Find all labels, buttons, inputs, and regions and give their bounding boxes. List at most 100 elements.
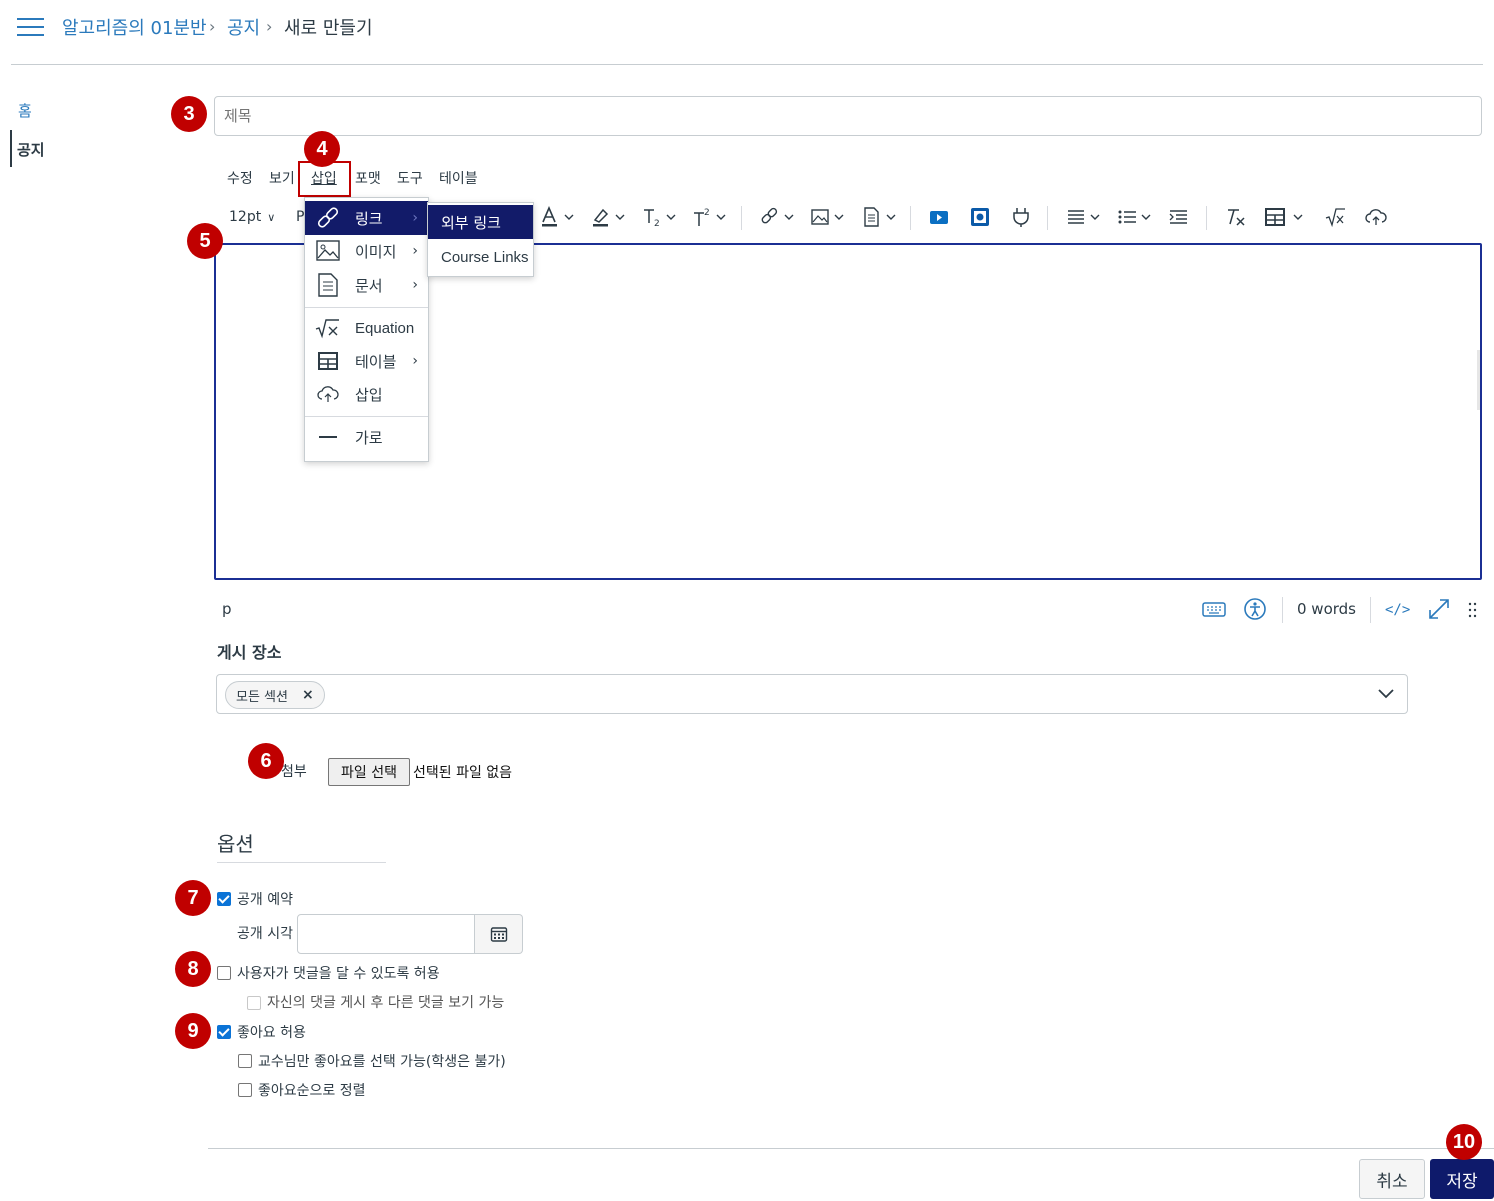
cancel-button[interactable]: 취소 <box>1359 1159 1425 1199</box>
plugin-icon[interactable] <box>1010 205 1032 229</box>
link-submenu: 외부 링크 Course Links <box>427 202 534 277</box>
insert-menu-item-table[interactable]: 테이블 › <box>305 345 428 377</box>
must-post-first-checkbox[interactable] <box>247 996 261 1010</box>
image-icon[interactable] <box>810 205 848 229</box>
chevron-right-icon: › <box>412 353 418 369</box>
menubar-edit[interactable]: 수정 <box>227 168 253 188</box>
equation-icon <box>315 315 341 341</box>
word-count[interactable]: 0 words <box>1297 600 1356 618</box>
available-from-input[interactable] <box>297 914 475 954</box>
save-button[interactable]: 저장 <box>1430 1159 1494 1199</box>
cancel-label: 취소 <box>1376 1171 1408 1192</box>
font-size-select[interactable]: 12pt ∨ <box>229 205 275 229</box>
align-icon[interactable] <box>1066 205 1104 229</box>
menubar-format[interactable]: 포맷 <box>355 168 381 188</box>
breadcrumb-separator-icon: › <box>209 17 216 36</box>
media-icon[interactable] <box>929 205 949 229</box>
breadcrumb-separator-icon: › <box>266 17 273 36</box>
insert-menu-label: 가로 <box>355 428 383 447</box>
allow-comments-checkbox[interactable] <box>217 966 231 980</box>
document-icon[interactable] <box>862 205 900 229</box>
menubar-table[interactable]: 테이블 <box>439 168 478 188</box>
link-icon[interactable] <box>760 205 798 229</box>
sidebar-active-indicator <box>10 130 12 167</box>
calendar-button[interactable] <box>475 914 523 954</box>
chevron-down-icon: ∨ <box>267 210 276 224</box>
insert-menu-label: 테이블 <box>355 352 397 371</box>
fullscreen-icon[interactable] <box>1427 597 1451 625</box>
title-input[interactable] <box>214 96 1482 136</box>
superscript-icon[interactable]: 2 <box>692 205 730 229</box>
editor-path[interactable]: p <box>222 600 232 618</box>
breadcrumb-course[interactable]: 알고리즘의 01분반 <box>62 14 207 40</box>
insert-menu-item-upload[interactable]: 삽입 <box>305 378 428 410</box>
submenu-label: 외부 링크 <box>441 213 501 232</box>
record-icon[interactable] <box>969 205 991 229</box>
chevron-down-icon[interactable] <box>1377 684 1395 703</box>
insert-menu-item-document[interactable]: 문서 › <box>305 269 428 301</box>
insert-menu-label: 삽입 <box>355 385 383 404</box>
insert-menu-item-horizontal-rule[interactable]: 가로 <box>305 421 428 453</box>
only-graders-like-checkbox[interactable] <box>238 1054 252 1068</box>
table-icon <box>315 348 341 374</box>
menu-icon[interactable] <box>17 16 44 38</box>
status-divider <box>1370 597 1371 623</box>
sidebar-item-home[interactable]: 홈 <box>18 100 32 121</box>
chevron-right-icon: › <box>412 277 418 293</box>
subscript-icon[interactable]: 2 <box>642 205 680 229</box>
link-submenu-external[interactable]: 외부 링크 <box>428 205 533 239</box>
sidebar-item-announcements[interactable]: 공지 <box>17 139 45 160</box>
accessibility-icon[interactable] <box>1243 597 1267 625</box>
cloud-upload-icon[interactable] <box>1364 205 1388 229</box>
annotation-6: 6 <box>248 743 284 779</box>
post-to-label: 게시 장소 <box>217 643 282 662</box>
choose-file-button[interactable]: 파일 선택 <box>328 758 410 786</box>
clear-format-icon[interactable] <box>1225 205 1247 229</box>
insert-menu-item-image[interactable]: 이미지 › <box>305 235 428 267</box>
menubar-tools[interactable]: 도구 <box>397 168 423 188</box>
cloud-upload-icon <box>315 381 341 407</box>
insert-menu-label: Equation <box>355 319 415 337</box>
annotation-9: 9 <box>175 1013 211 1049</box>
allow-liking-label: 좋아요 허용 <box>237 1025 306 1041</box>
resize-handle-icon[interactable] <box>1468 601 1478 623</box>
available-from-label: 공개 시각 <box>237 926 293 942</box>
menubar-insert[interactable]: 삽입 <box>311 168 337 188</box>
sort-by-likes-checkbox[interactable] <box>238 1083 252 1097</box>
equation-icon[interactable] <box>1325 205 1347 229</box>
breadcrumb-current: 새로 만들기 <box>284 18 373 39</box>
document-icon <box>315 272 341 298</box>
only-graders-like-label: 교수님만 좋아요를 선택 가능(학생은 불가) <box>258 1054 506 1070</box>
must-post-first-label: 자신의 댓글 게시 후 다른 댓글 보기 가능 <box>267 995 505 1011</box>
keyboard-icon[interactable] <box>1202 600 1226 622</box>
footer-divider <box>208 1148 1494 1149</box>
indent-icon[interactable] <box>1168 205 1190 229</box>
calendar-icon <box>490 927 507 942</box>
delay-posting-checkbox[interactable] <box>217 892 231 906</box>
link-submenu-course-links[interactable]: Course Links <box>428 240 533 274</box>
section-select[interactable]: 모든 섹션 × <box>216 674 1408 714</box>
annotation-7: 7 <box>175 880 211 916</box>
html-editor-icon[interactable]: </> <box>1385 602 1410 618</box>
status-divider <box>1282 597 1283 623</box>
font-size-value: 12pt <box>229 209 262 225</box>
allow-liking-checkbox[interactable] <box>217 1025 231 1039</box>
highlight-icon[interactable] <box>591 205 629 229</box>
list-icon[interactable] <box>1117 205 1155 229</box>
allow-comments-label: 사용자가 댓글을 달 수 있도록 허용 <box>237 966 440 982</box>
section-tag[interactable]: 모든 섹션 × <box>225 681 325 709</box>
menubar-view[interactable]: 보기 <box>269 168 295 188</box>
breadcrumb-section[interactable]: 공지 <box>227 14 260 40</box>
editor-scrollbar[interactable] <box>1477 350 1480 410</box>
text-color-icon[interactable] <box>540 205 578 229</box>
annotation-10: 10 <box>1446 1124 1482 1160</box>
insert-menu-item-link[interactable]: 링크 › <box>305 201 428 235</box>
chevron-right-icon: › <box>412 210 418 226</box>
remove-tag-icon[interactable]: × <box>302 687 314 703</box>
table-icon[interactable] <box>1264 205 1308 229</box>
annotation-4: 4 <box>304 131 340 167</box>
insert-menu-label: 이미지 <box>355 242 397 261</box>
sort-by-likes-label: 좋아요순으로 정렬 <box>258 1083 366 1099</box>
menu-divider <box>305 416 428 417</box>
insert-menu-item-equation[interactable]: Equation <box>305 312 428 344</box>
